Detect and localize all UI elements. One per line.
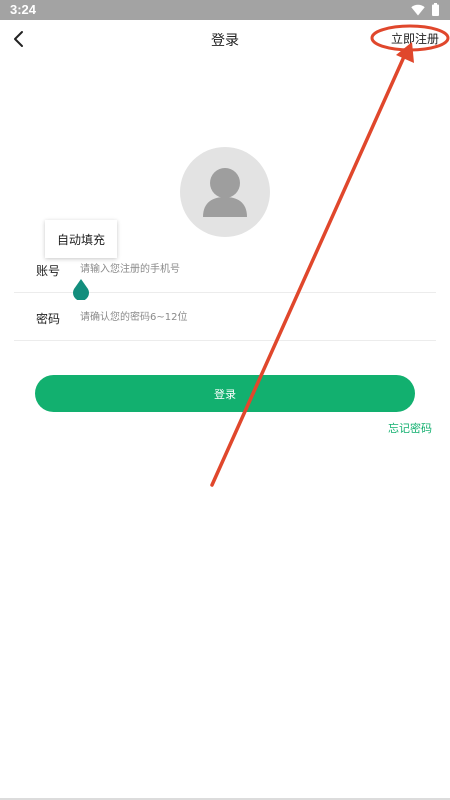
login-screen: 3:24 登录 立即注册 账号 密码 自动填充 [0, 0, 450, 800]
account-label: 账号 [36, 264, 61, 278]
app-bar: 登录 立即注册 [0, 20, 450, 58]
text-cursor-handle-icon[interactable] [71, 278, 91, 300]
status-bar: 3:24 [0, 0, 450, 20]
password-label: 密码 [36, 312, 61, 326]
user-silhouette-icon [203, 168, 247, 217]
battery-icon [432, 3, 439, 16]
account-input[interactable] [80, 258, 420, 280]
login-button[interactable]: 登录 [35, 375, 415, 412]
avatar [180, 147, 270, 237]
wifi-icon [411, 4, 425, 16]
forgot-password-link[interactable]: 忘记密码 [388, 420, 432, 436]
autofill-popup[interactable]: 自动填充 [45, 220, 117, 258]
status-time: 3:24 [10, 2, 37, 17]
register-now-link[interactable]: 立即注册 [380, 30, 450, 47]
login-button-label: 登录 [214, 387, 236, 401]
password-row: 密码 [14, 294, 436, 341]
password-input[interactable] [80, 306, 420, 328]
autofill-label: 自动填充 [56, 232, 105, 247]
